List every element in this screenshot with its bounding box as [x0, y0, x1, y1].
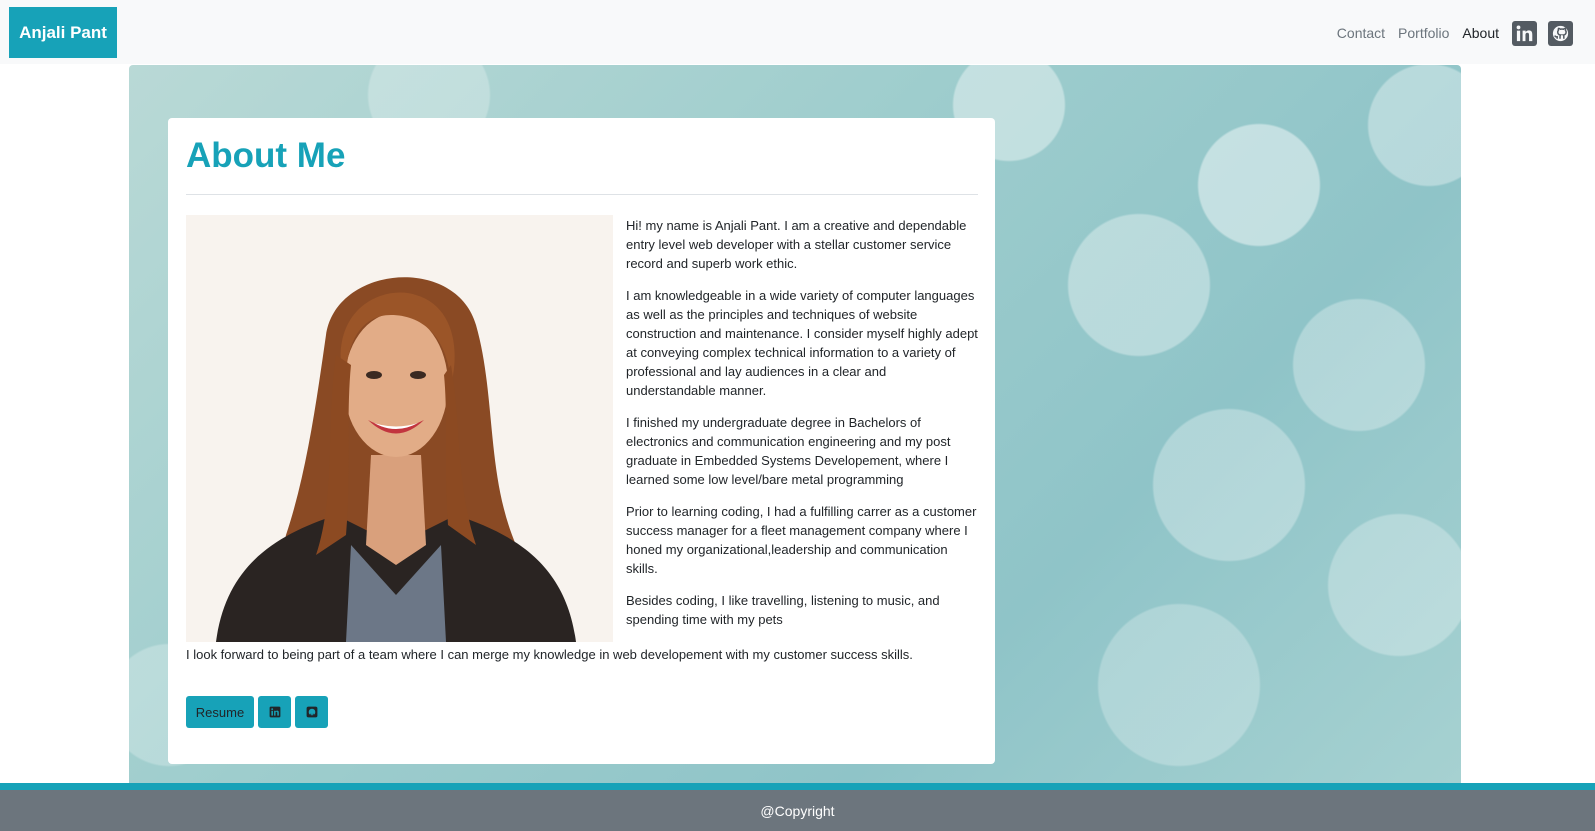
about-card: About Me Hi! my name is Anjali Pant. I a… — [168, 118, 995, 764]
nav-links: Contact Portfolio About — [1337, 17, 1573, 49]
bio-paragraph: I finished my undergraduate degree in Ba… — [626, 415, 951, 487]
linkedin-icon — [269, 706, 280, 718]
footer: @Copyright — [0, 790, 1595, 831]
navbar: Anjali Pant Contact Portfolio About — [0, 0, 1595, 64]
github-icon[interactable] — [1548, 20, 1573, 46]
button-row: Resume — [186, 696, 332, 728]
bio-text: Hi! my name is Anjali Pant. I am a creat… — [626, 216, 978, 642]
bio-paragraph: I am knowledgeable in a wide variety of … — [626, 288, 978, 398]
closing-paragraph: I look forward to being part of a team w… — [186, 647, 913, 662]
linkedin-button[interactable] — [258, 696, 291, 728]
bio-paragraph: Prior to learning coding, I had a fulfil… — [626, 504, 977, 576]
divider — [186, 194, 978, 195]
linkedin-icon[interactable] — [1512, 20, 1537, 46]
resume-button[interactable]: Resume — [186, 696, 254, 728]
copyright-text: @Copyright — [760, 802, 835, 819]
nav-link-about[interactable]: About — [1462, 25, 1499, 41]
github-button[interactable] — [295, 696, 328, 728]
page-title: About Me — [186, 136, 346, 175]
profile-photo — [186, 215, 613, 642]
github-icon — [306, 706, 317, 718]
bio-paragraph: Besides coding, I like travelling, liste… — [626, 593, 940, 627]
footer-accent-bar — [0, 783, 1595, 790]
nav-link-portfolio[interactable]: Portfolio — [1398, 25, 1449, 41]
brand-link[interactable]: Anjali Pant — [9, 7, 117, 58]
nav-link-contact[interactable]: Contact — [1337, 25, 1385, 41]
bio-paragraph: Hi! my name is Anjali Pant. I am a creat… — [626, 218, 967, 271]
